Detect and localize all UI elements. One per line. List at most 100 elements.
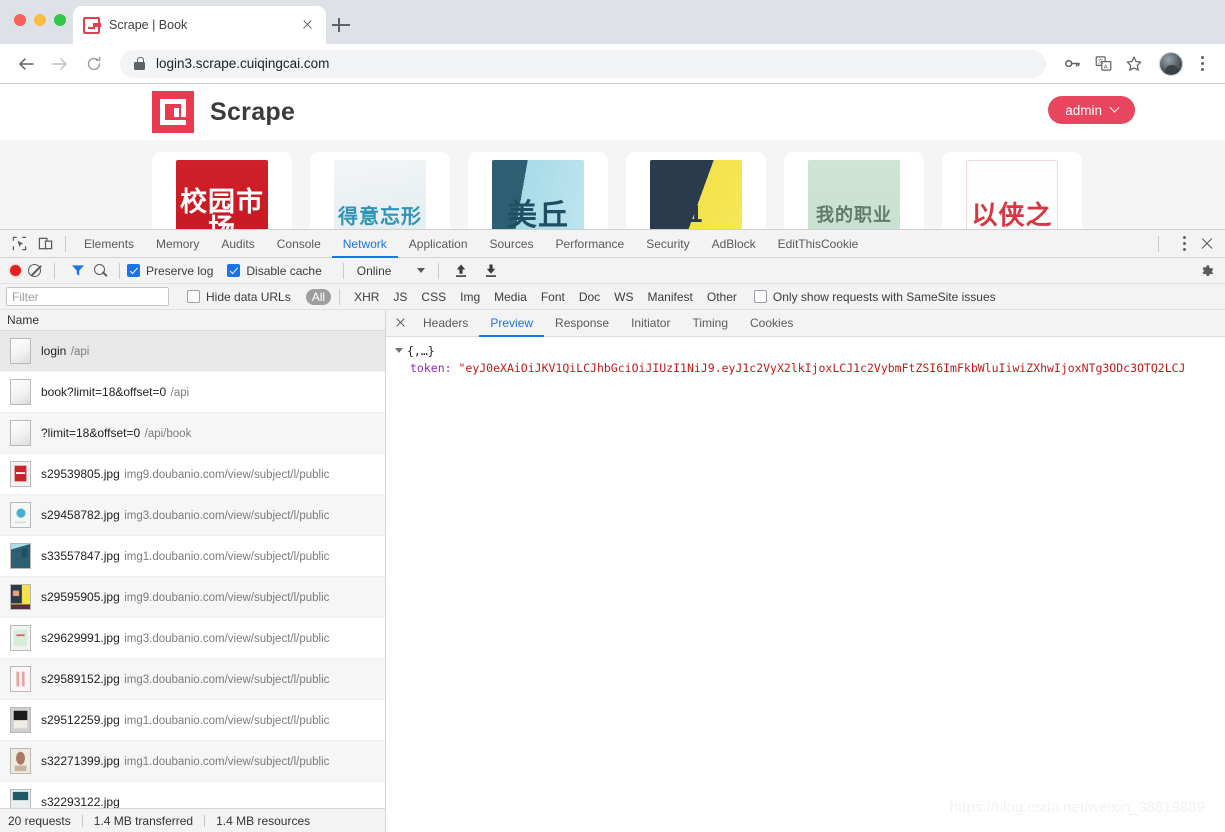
request-row[interactable]: login /api (0, 331, 385, 372)
request-list[interactable]: login /api book?limit=18&offset=0 /api ?… (0, 331, 385, 808)
request-name: s32271399.jpg (41, 754, 120, 768)
search-icon[interactable] (94, 263, 108, 278)
book-card[interactable]: 校园市场 (152, 152, 292, 229)
close-icon[interactable] (298, 16, 316, 34)
tab-memory[interactable]: Memory (145, 230, 210, 258)
svg-text:A: A (1103, 65, 1107, 71)
disable-cache-checkbox[interactable] (227, 264, 241, 277)
request-row[interactable]: s29458782.jpg img3.doubanio.com/view/sub… (0, 495, 385, 536)
hide-data-urls-toggle[interactable]: Hide data URLs (187, 290, 291, 304)
filter-funnel-icon[interactable] (71, 264, 85, 277)
book-card[interactable]: 得意忘形 (310, 152, 450, 229)
book-cover: 美丘 (492, 160, 584, 229)
tab-headers[interactable]: Headers (412, 310, 479, 337)
request-row[interactable]: s33557847.jpg img1.doubanio.com/view/sub… (0, 536, 385, 577)
device-toolbar-icon[interactable] (32, 231, 58, 257)
export-har-icon[interactable] (484, 263, 498, 278)
throttling-select[interactable]: Online (351, 261, 432, 281)
inspect-element-icon[interactable] (6, 231, 32, 257)
filter-type-img[interactable]: Img (454, 289, 486, 305)
network-controls-bar: Preserve log Disable cache Online (0, 258, 1225, 284)
forward-button[interactable] (46, 50, 74, 78)
filter-type-media[interactable]: Media (488, 289, 533, 305)
book-card[interactable]: 美丘 (468, 152, 608, 229)
import-har-icon[interactable] (454, 263, 468, 278)
record-button[interactable] (10, 265, 21, 276)
filter-type-other[interactable]: Other (701, 289, 743, 305)
filter-type-ws[interactable]: WS (608, 289, 639, 305)
samesite-issues-toggle[interactable]: Only show requests with SameSite issues (753, 290, 996, 304)
tab-elements[interactable]: Elements (73, 230, 145, 258)
network-status-bar: 20 requests 1.4 MB transferred 1.4 MB re… (0, 808, 385, 832)
filter-type-font[interactable]: Font (535, 289, 571, 305)
preview-content[interactable]: {,…} token: "eyJ0eXAiOiJKV1QiLCJhbGciOiJ… (386, 337, 1225, 832)
disable-cache-toggle[interactable]: Disable cache (227, 264, 322, 278)
tab-network[interactable]: Network (332, 230, 398, 258)
devtools-more-icon[interactable] (1173, 231, 1195, 257)
tab-cookies[interactable]: Cookies (739, 310, 804, 337)
preserve-log-toggle[interactable]: Preserve log (127, 264, 213, 278)
filter-type-xhr[interactable]: XHR (348, 289, 385, 305)
request-row[interactable]: ?limit=18&offset=0 /api/book (0, 413, 385, 454)
close-devtools-icon[interactable] (1195, 232, 1219, 256)
translate-icon[interactable]: 文A (1090, 51, 1116, 77)
filter-input[interactable] (6, 287, 169, 306)
key-icon[interactable] (1059, 51, 1085, 77)
gear-icon[interactable] (1200, 263, 1215, 278)
request-row[interactable]: s29539805.jpg img9.doubanio.com/view/sub… (0, 454, 385, 495)
tab-editthiscookie[interactable]: EditThisCookie (767, 230, 870, 258)
tab-initiator[interactable]: Initiator (620, 310, 681, 337)
request-row[interactable]: s29629991.jpg img3.doubanio.com/view/sub… (0, 618, 385, 659)
tab-adblock[interactable]: AdBlock (701, 230, 767, 258)
filter-type-js[interactable]: JS (387, 289, 413, 305)
clear-button[interactable] (28, 264, 41, 277)
request-row[interactable]: s29589152.jpg img3.doubanio.com/view/sub… (0, 659, 385, 700)
user-menu-button[interactable]: admin (1048, 96, 1135, 124)
filter-type-doc[interactable]: Doc (573, 289, 606, 305)
scrape-logo-icon (83, 16, 101, 34)
request-path: img9.doubanio.com/view/subject/l/public (124, 469, 330, 481)
hide-data-urls-checkbox[interactable] (187, 290, 200, 303)
request-row[interactable]: s29512259.jpg img1.doubanio.com/view/sub… (0, 700, 385, 741)
request-row[interactable]: s29595905.jpg img9.doubanio.com/view/sub… (0, 577, 385, 618)
filter-type-all[interactable]: All (305, 288, 332, 305)
json-root-node[interactable]: {,…} (393, 343, 1225, 360)
filter-type-css[interactable]: CSS (415, 289, 452, 305)
maximize-window-button[interactable] (54, 14, 66, 26)
preserve-log-checkbox[interactable] (127, 264, 140, 277)
address-bar[interactable]: login3.scrape.cuiqingcai.com (120, 49, 1046, 78)
request-name: s29629991.jpg (41, 631, 120, 645)
tab-performance[interactable]: Performance (545, 230, 636, 258)
tab-audits[interactable]: Audits (210, 230, 265, 258)
tab-sources[interactable]: Sources (479, 230, 545, 258)
request-row[interactable]: book?limit=18&offset=0 /api (0, 372, 385, 413)
filter-type-manifest[interactable]: Manifest (642, 289, 699, 305)
close-window-button[interactable] (14, 14, 26, 26)
close-detail-icon[interactable] (390, 313, 410, 333)
divider (1158, 235, 1159, 252)
book-card[interactable]: 以侠之 (942, 152, 1082, 229)
tab-security[interactable]: Security (635, 230, 700, 258)
back-button[interactable] (12, 50, 40, 78)
kebab-menu-icon[interactable] (1191, 51, 1213, 77)
new-tab-button[interactable] (330, 14, 352, 36)
book-card[interactable]: 我的职业 (784, 152, 924, 229)
tab-response[interactable]: Response (544, 310, 620, 337)
browser-tab[interactable]: Scrape | Book (73, 6, 326, 44)
book-card[interactable]: 1 (626, 152, 766, 229)
tab-preview[interactable]: Preview (479, 310, 544, 337)
reload-button[interactable] (80, 50, 108, 78)
minimize-window-button[interactable] (34, 14, 46, 26)
book-cover: 以侠之 (966, 160, 1058, 229)
image-thumbnail-icon (10, 748, 31, 774)
tab-console[interactable]: Console (266, 230, 332, 258)
star-icon[interactable] (1121, 51, 1147, 77)
collapse-triangle-icon[interactable] (395, 348, 403, 353)
site-brand[interactable]: Scrape (152, 91, 295, 133)
request-row[interactable]: s32271399.jpg img1.doubanio.com/view/sub… (0, 741, 385, 782)
avatar[interactable] (1159, 51, 1183, 76)
tab-application[interactable]: Application (398, 230, 479, 258)
samesite-issues-checkbox[interactable] (753, 290, 767, 303)
tab-timing[interactable]: Timing (681, 310, 739, 337)
request-row[interactable]: s32293122.jpg (0, 782, 385, 808)
